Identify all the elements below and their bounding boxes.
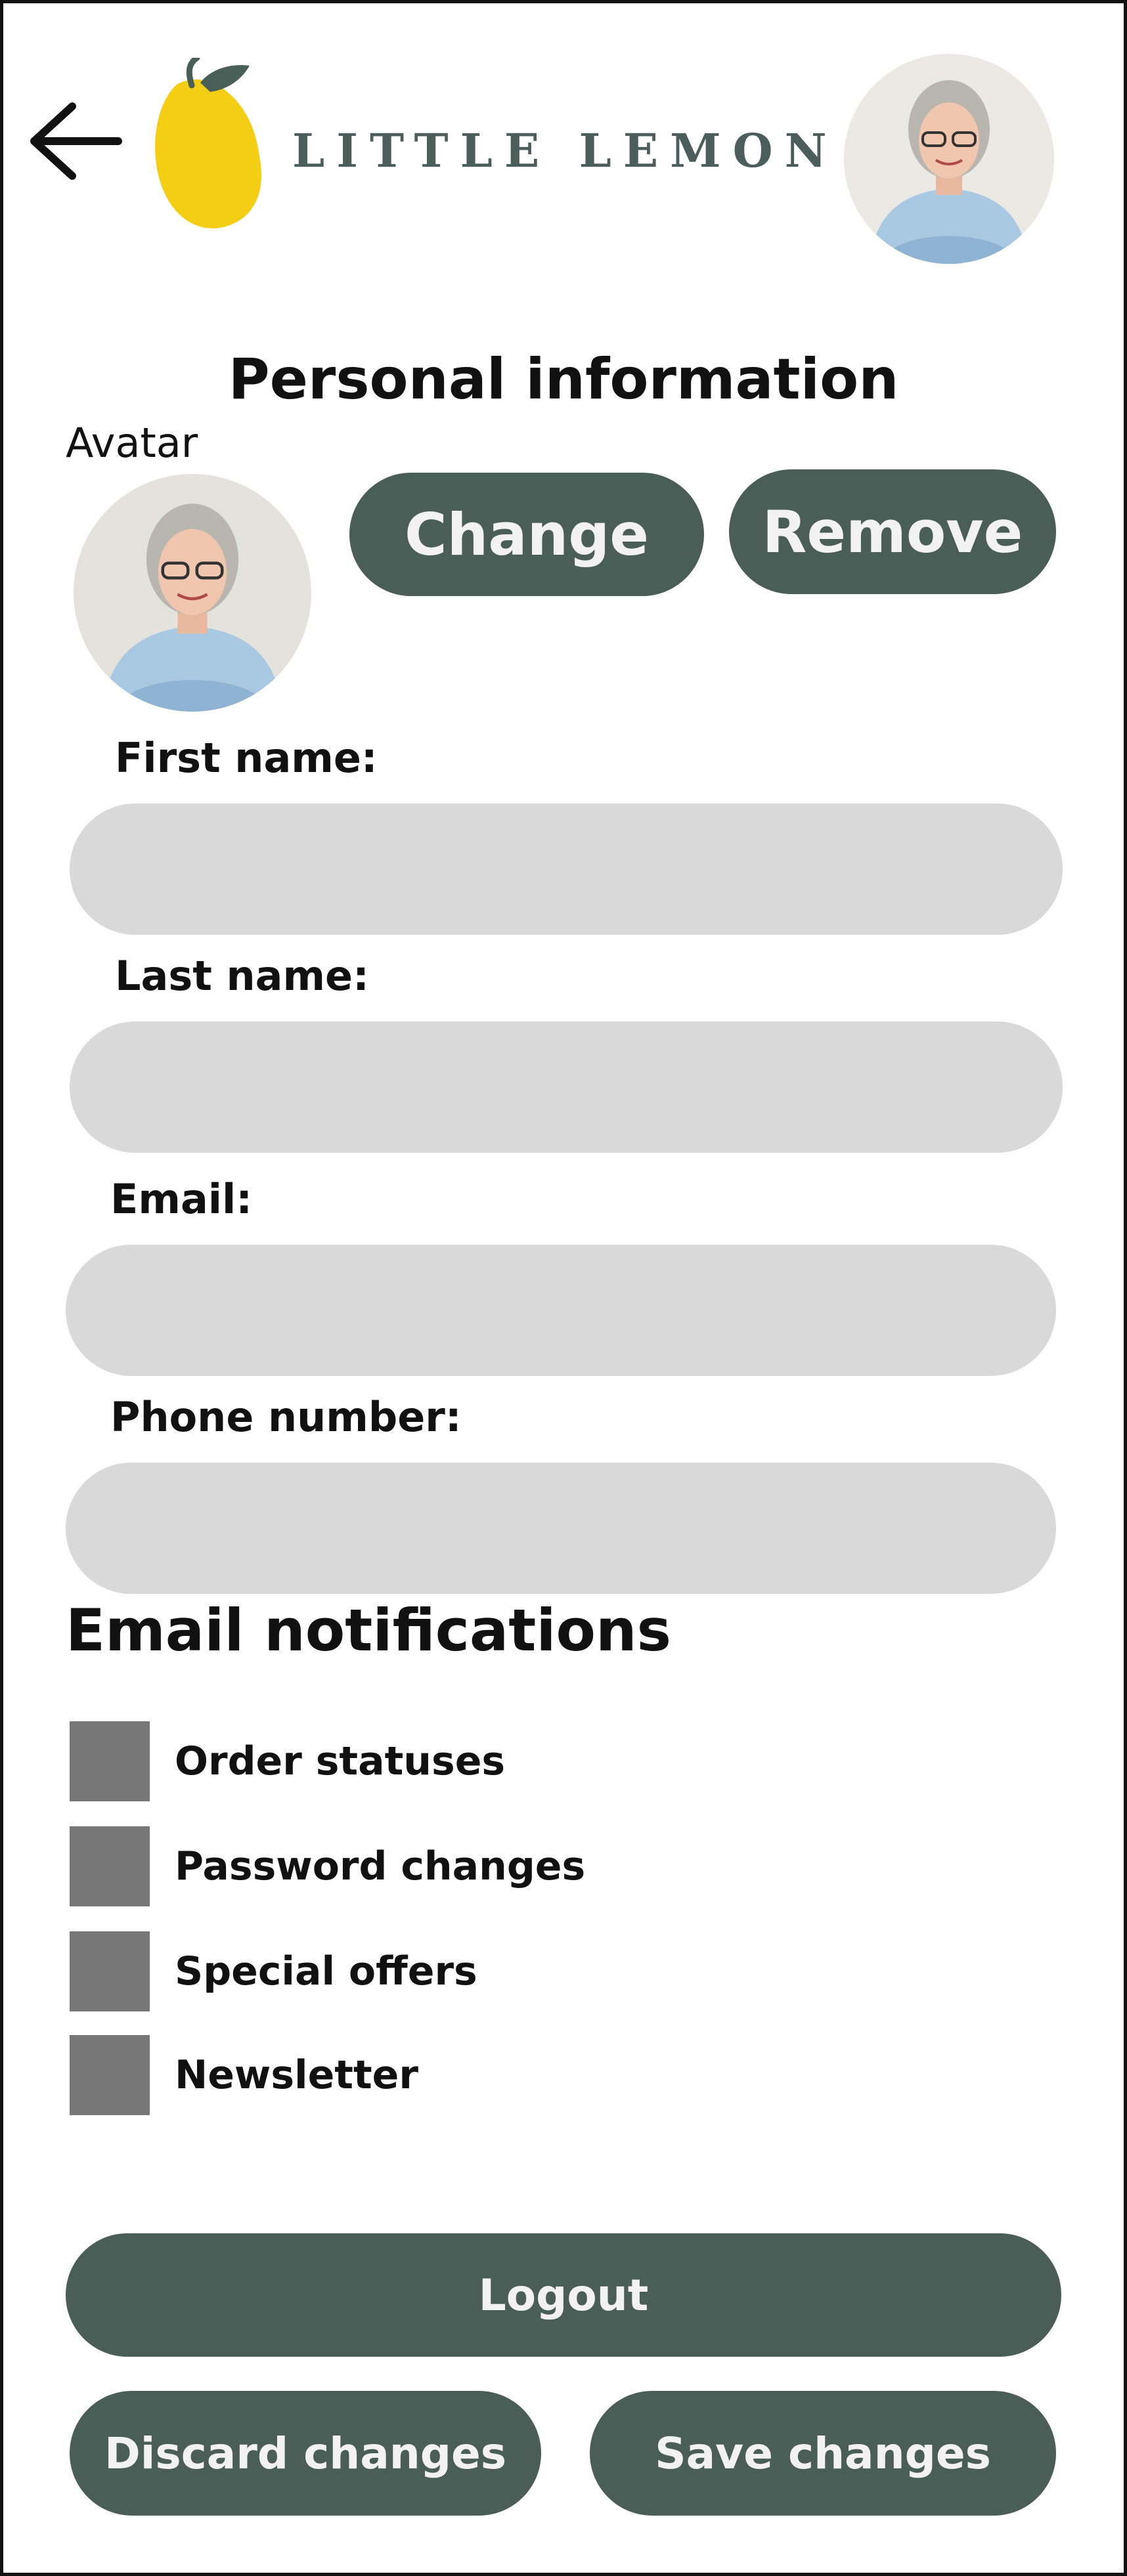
checkbox[interactable] xyxy=(70,1826,150,1906)
notification-option-special-offers[interactable]: Special offers xyxy=(70,1931,477,2011)
avatar-photo xyxy=(74,474,311,712)
notification-option-newsletter[interactable]: Newsletter xyxy=(70,2035,418,2115)
discard-changes-button[interactable]: Discard changes xyxy=(70,2391,541,2516)
checkbox-label: Special offers xyxy=(175,1948,477,1994)
save-changes-button[interactable]: Save changes xyxy=(590,2391,1056,2516)
page-title: Personal information xyxy=(228,347,899,412)
lemon-icon xyxy=(155,58,261,228)
checkbox[interactable] xyxy=(70,2035,150,2115)
checkbox-label: Order statuses xyxy=(175,1738,506,1784)
avatar xyxy=(74,474,311,712)
checkbox[interactable] xyxy=(70,1931,150,2011)
phone-field[interactable] xyxy=(66,1463,1056,1594)
last-name-label: Last name: xyxy=(115,952,369,1000)
arrow-left-icon[interactable] xyxy=(26,98,125,184)
logo-text: LITTLE LEMON xyxy=(292,123,839,178)
avatar-photo xyxy=(844,54,1054,264)
header-avatar[interactable] xyxy=(844,54,1054,264)
email-label: Email: xyxy=(110,1175,253,1223)
notification-option-order-statuses[interactable]: Order statuses xyxy=(70,1721,505,1801)
last-name-field[interactable] xyxy=(70,1021,1063,1153)
remove-avatar-button[interactable]: Remove xyxy=(729,469,1056,594)
checkbox-label: Newsletter xyxy=(175,2052,418,2098)
change-avatar-button[interactable]: Change xyxy=(349,473,704,596)
checkbox-label: Password changes xyxy=(175,1843,586,1889)
avatar-label: Avatar xyxy=(66,419,198,467)
phone-label: Phone number: xyxy=(110,1393,462,1441)
checkbox[interactable] xyxy=(70,1721,150,1801)
first-name-label: First name: xyxy=(115,734,378,782)
first-name-field[interactable] xyxy=(70,804,1063,935)
logo: LITTLE LEMON xyxy=(151,58,827,235)
notifications-title: Email notifications xyxy=(66,1597,671,1664)
notification-option-password-changes[interactable]: Password changes xyxy=(70,1826,585,1906)
email-field[interactable] xyxy=(66,1245,1056,1376)
logout-button[interactable]: Logout xyxy=(66,2233,1061,2357)
